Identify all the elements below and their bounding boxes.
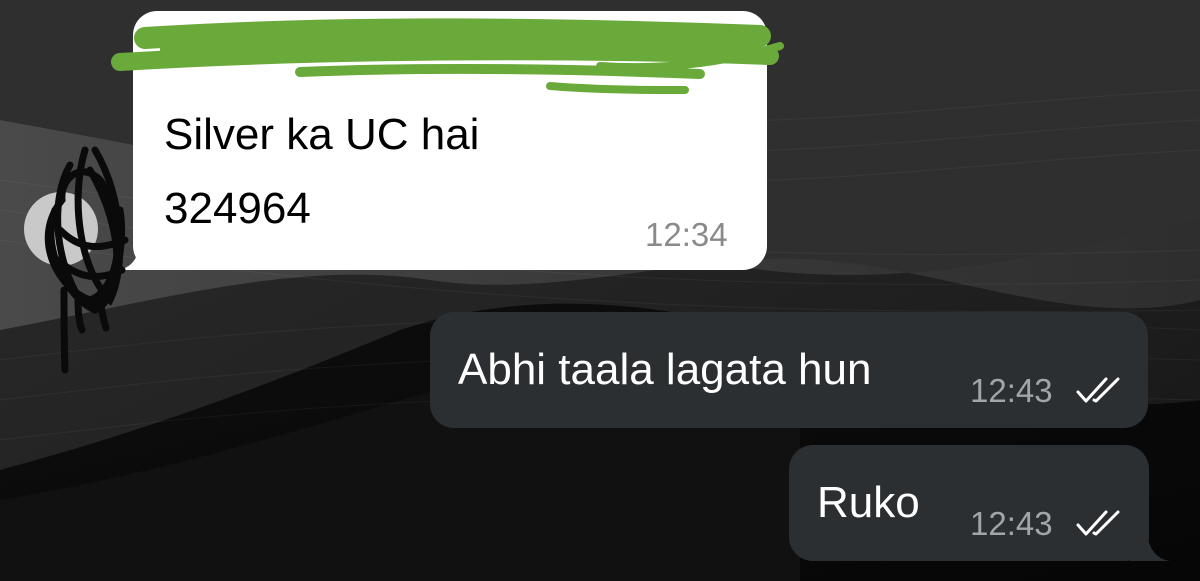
message-text-line: 324964: [164, 184, 311, 233]
sender-avatar[interactable]: [24, 192, 98, 266]
message-text: Abhi taala lagata hun: [458, 345, 872, 394]
message-timestamp: 12:43: [970, 372, 1053, 409]
message-text-line: Silver ka UC hai: [164, 110, 480, 159]
message-timestamp: 12:43: [970, 505, 1053, 542]
double-check-icon: [1076, 510, 1120, 536]
outgoing-message-bubble[interactable]: Ruko 12:43: [789, 445, 1149, 561]
message-text: Ruko: [817, 478, 920, 527]
double-check-icon: [1076, 377, 1120, 403]
message-timestamp: 12:34: [645, 216, 728, 253]
incoming-message-bubble[interactable]: Silver ka UC hai 324964 12:34: [133, 11, 767, 270]
outgoing-message-bubble[interactable]: Abhi taala lagata hun 12:43: [430, 312, 1148, 428]
